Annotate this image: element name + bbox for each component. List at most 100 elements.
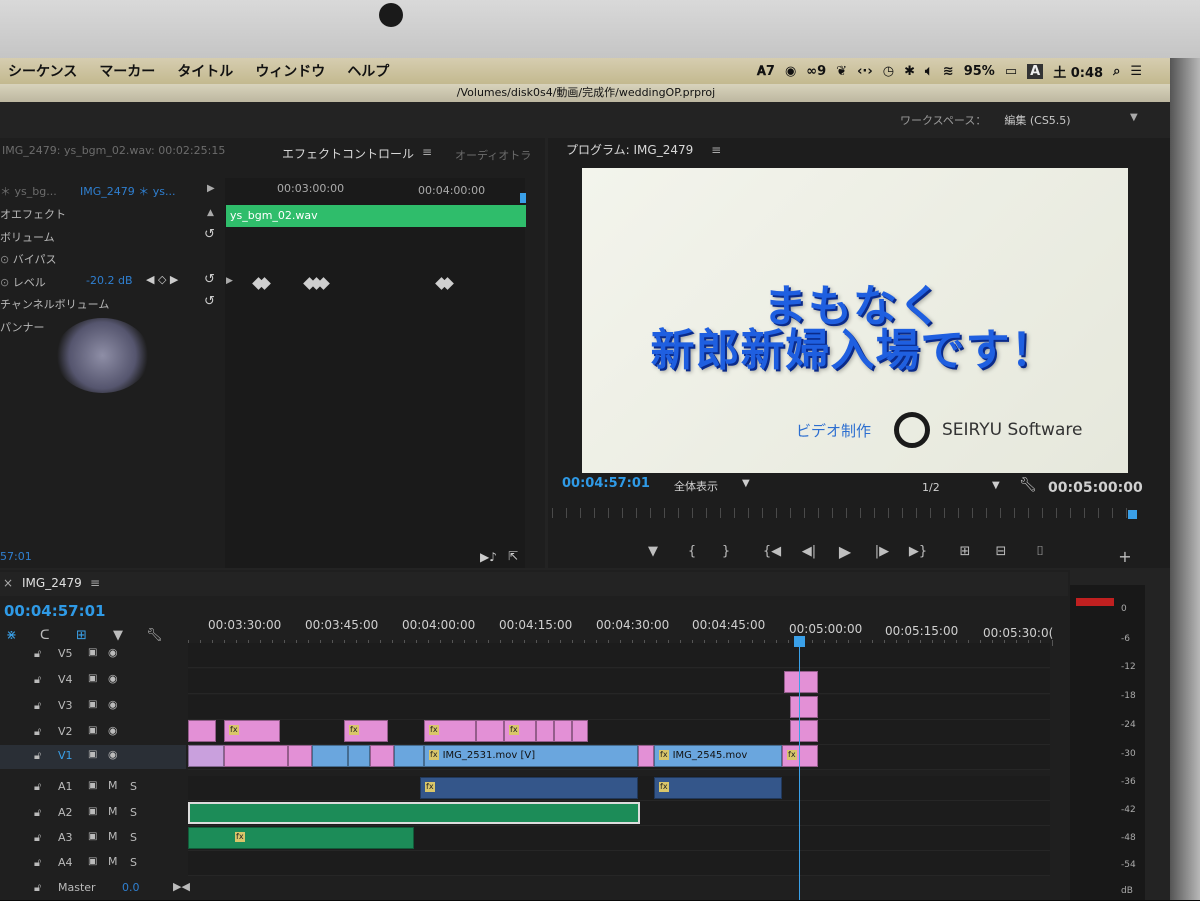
solo-button[interactable]: S	[130, 856, 137, 869]
battery-percent[interactable]: 95%	[964, 64, 995, 79]
close-icon[interactable]: ×	[3, 576, 13, 590]
menu-help[interactable]: ヘルプ	[347, 61, 389, 81]
time-machine-icon[interactable]: ◷	[883, 64, 894, 79]
title-clip[interactable]	[790, 720, 818, 742]
video-clip[interactable]	[312, 745, 348, 767]
video-clip[interactable]: fx	[504, 720, 536, 742]
video-clip[interactable]	[370, 745, 394, 767]
solo-button[interactable]: S	[130, 831, 137, 844]
step-back-icon[interactable]: ◀|	[799, 544, 819, 559]
mute-button[interactable]: M	[108, 830, 118, 843]
lock-icon[interactable]: 🔓︎	[34, 856, 41, 870]
play-icon[interactable]: ▶	[835, 542, 855, 561]
spotlight-icon[interactable]: ⌕	[1113, 64, 1120, 79]
video-clip[interactable]: fx	[782, 745, 818, 767]
reset-icon[interactable]: ↺	[204, 227, 215, 242]
sync-lock-icon[interactable]: ▣	[88, 725, 97, 736]
mute-button[interactable]: M	[108, 855, 118, 868]
solo-button[interactable]: S	[130, 780, 137, 793]
mark-out-icon[interactable]: }	[716, 544, 736, 559]
sync-lock-icon[interactable]: ▣	[88, 647, 97, 658]
tab-sequence[interactable]: IMG_2479	[22, 576, 82, 590]
nest-icon[interactable]: ⊞	[76, 628, 87, 643]
wrench-icon[interactable]: 🔧︎	[146, 628, 163, 643]
timeline-timecode[interactable]: 00:04:57:01	[4, 602, 106, 620]
track-lane-a4[interactable]	[188, 851, 1050, 876]
program-playhead[interactable]	[1128, 510, 1137, 519]
creative-cloud-icon[interactable]: ∞9	[806, 64, 826, 79]
mark-in-icon[interactable]: {	[682, 544, 702, 559]
panner-row[interactable]: パンナー	[0, 319, 45, 335]
lock-icon[interactable]: 🔓︎	[34, 699, 41, 713]
sync-icon[interactable]: ◉	[785, 64, 796, 79]
adobe-status-icon[interactable]: 𝐀7	[757, 64, 775, 79]
workspace-selector[interactable]: ワークスペース： 編集 (CS5.5)	[900, 112, 1071, 128]
track-lane-v4[interactable]	[188, 669, 1050, 694]
extract-icon[interactable]: ⊟	[991, 544, 1011, 559]
video-clip[interactable]	[394, 745, 424, 767]
lock-icon[interactable]: 🔓︎	[34, 831, 41, 845]
volume-icon[interactable]: 🔈︎	[925, 64, 933, 79]
video-clip-img2531[interactable]: fx IMG_2531.mov [V]	[424, 745, 638, 767]
evernote-icon[interactable]: ❦	[836, 64, 847, 79]
lock-icon[interactable]: 🔓︎	[34, 780, 41, 794]
step-forward-icon[interactable]: |▶	[872, 544, 892, 559]
lock-icon[interactable]: 🔓︎	[34, 725, 41, 739]
video-clip-img2545[interactable]: fx IMG_2545.mov	[654, 745, 782, 767]
track-lane-v3[interactable]	[188, 695, 1050, 720]
notification-icon[interactable]: ☰	[1130, 64, 1142, 79]
clock[interactable]: 土 0:48	[1053, 62, 1103, 81]
video-clip[interactable]	[536, 720, 554, 742]
sync-lock-icon[interactable]: ▣	[88, 856, 97, 867]
program-timecode[interactable]: 00:04:57:01	[562, 476, 650, 491]
video-clip[interactable]	[348, 745, 370, 767]
level-value[interactable]: -20.2 dB	[86, 274, 133, 287]
audio-clip[interactable]: fx	[420, 777, 638, 799]
keyframe-nav[interactable]: ◀ ◇ ▶	[146, 273, 178, 286]
tab-effect-control[interactable]: エフェクトコントロール	[282, 145, 414, 162]
ec-timecode[interactable]: 57:01	[0, 550, 32, 563]
export-frame-icon[interactable]: ⌷	[1030, 544, 1050, 559]
video-clip[interactable]	[572, 720, 588, 742]
sync-lock-icon[interactable]: ▣	[88, 806, 97, 817]
video-clip[interactable]	[638, 745, 654, 767]
video-clip[interactable]	[188, 720, 216, 742]
export-icon[interactable]: ⇱	[508, 549, 518, 563]
video-clip[interactable]	[224, 745, 288, 767]
ec-playhead[interactable]	[520, 193, 526, 203]
title-clip[interactable]	[784, 671, 818, 693]
timeline-playhead[interactable]	[794, 636, 805, 647]
master-volume[interactable]: 0.0	[122, 881, 140, 894]
video-clip[interactable]	[288, 745, 312, 767]
menu-title[interactable]: タイトル	[177, 61, 233, 81]
audio-clip[interactable]: fx	[654, 777, 782, 799]
clip-bar[interactable]: ys_bgm_02.wav	[226, 205, 526, 227]
video-clip[interactable]: fx	[424, 720, 476, 742]
lock-icon[interactable]: 🔓︎	[34, 749, 41, 763]
panel-menu-icon[interactable]: ≡	[711, 143, 721, 157]
timeline-playhead-line[interactable]	[799, 640, 800, 900]
menu-window[interactable]: ウィンドウ	[255, 61, 325, 81]
video-clip[interactable]: fx	[344, 720, 388, 742]
fit-select[interactable]: 全体表示	[674, 478, 718, 494]
go-to-out-icon[interactable]: ▶}	[908, 544, 928, 559]
level-row[interactable]: ⊙ レベル	[0, 274, 46, 290]
eye-icon[interactable]: ◉	[108, 646, 118, 659]
mute-button[interactable]: M	[108, 779, 118, 792]
wrench-icon[interactable]: 🔧︎	[1019, 477, 1037, 493]
eye-icon[interactable]: ◉	[108, 724, 118, 737]
sync-lock-icon[interactable]: ▣	[88, 831, 97, 842]
sync-lock-icon[interactable]: ▣	[88, 699, 97, 710]
menu-marker[interactable]: マーカー	[99, 61, 155, 81]
track-lane-v5[interactable]	[188, 643, 1050, 668]
sync-lock-icon[interactable]: ▣	[88, 749, 97, 760]
mute-button[interactable]: M	[108, 805, 118, 818]
linked-selection-icon[interactable]: ᑕ	[40, 628, 50, 643]
eye-icon[interactable]: ◉	[108, 698, 118, 711]
video-clip[interactable]	[188, 745, 224, 767]
play-triangle-icon[interactable]: ▶	[207, 183, 215, 194]
program-scrubber[interactable]	[552, 508, 1137, 518]
battery-icon[interactable]: ▭	[1005, 64, 1017, 79]
sequence-clip-label[interactable]: IMG_2479 ＊ ys...	[80, 183, 175, 199]
effect-timeline[interactable]	[225, 178, 525, 568]
